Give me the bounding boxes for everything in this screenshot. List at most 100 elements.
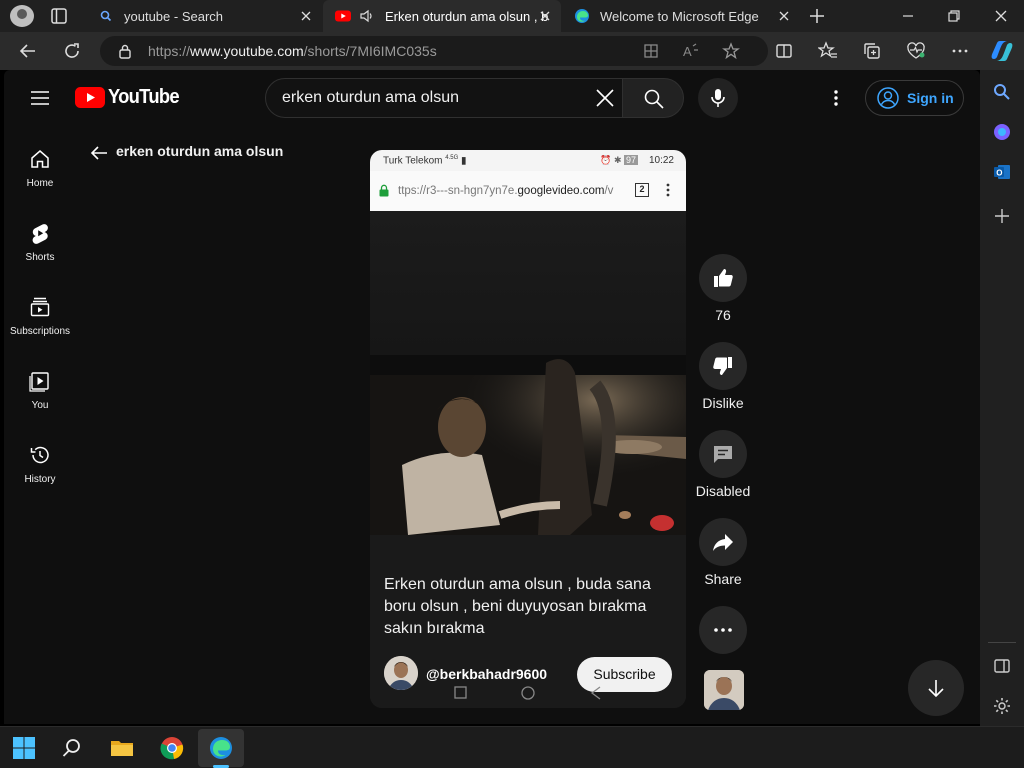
file-explorer-icon[interactable]	[110, 736, 134, 760]
like-count: 76	[715, 307, 731, 323]
browser-essentials-icon[interactable]	[906, 41, 926, 61]
guide-label: History	[24, 474, 56, 485]
phone-lock-icon	[379, 184, 389, 197]
phone-status-icons: ⏰ ✱ 97	[600, 155, 638, 165]
split-screen-icon[interactable]	[774, 41, 794, 61]
comments-button[interactable]	[699, 430, 747, 478]
more-actions-button[interactable]	[699, 606, 747, 654]
close-window-icon[interactable]	[991, 6, 1011, 26]
youtube-favicon-icon	[335, 10, 351, 22]
back-arrow-icon[interactable]	[88, 142, 110, 164]
sidebar-settings-icon[interactable]	[992, 696, 1012, 716]
url-text: https://www.youtube.com/shorts/7MI6IMC03…	[148, 43, 437, 59]
like-button[interactable]	[699, 254, 747, 302]
address-bar[interactable]: https://www.youtube.com/shorts/7MI6IMC03…	[100, 36, 768, 66]
guide-item-history[interactable]: History	[4, 444, 76, 504]
taskbar-search-icon[interactable]	[60, 736, 84, 760]
minimize-icon[interactable]	[898, 6, 918, 26]
channel-name[interactable]: @berkbahadr9600	[426, 666, 547, 682]
windows-start-icon[interactable]	[12, 736, 36, 760]
arrow-down-icon	[928, 680, 944, 698]
guide-item-shorts[interactable]: Shorts	[4, 222, 76, 282]
guide-menu-icon[interactable]	[30, 88, 50, 108]
sound-thumbnail[interactable]	[704, 670, 744, 710]
favorites-icon[interactable]	[818, 41, 838, 61]
svg-text:A: A	[683, 44, 692, 59]
guide-item-you[interactable]: You	[4, 370, 76, 430]
microphone-icon	[711, 89, 725, 107]
share-button[interactable]	[699, 518, 747, 566]
copilot-sidebar-icon[interactable]	[992, 122, 1012, 142]
dislike-button[interactable]	[699, 342, 747, 390]
phone-status-bar: Turk Telekom 4.5G ▮ ⏰ ✱ 97 10:22	[370, 150, 686, 171]
clear-search-icon[interactable]	[594, 87, 616, 109]
edge-favicon-icon	[575, 9, 589, 23]
guide-item-home[interactable]: Home	[4, 148, 76, 208]
youtube-logo-text: YouTube	[108, 86, 180, 108]
add-sidebar-app-icon[interactable]	[992, 206, 1012, 226]
share-icon	[713, 534, 733, 551]
close-tab-icon[interactable]	[776, 8, 792, 24]
phone-nav-keys	[454, 686, 601, 700]
collections-icon[interactable]	[862, 41, 882, 61]
favorite-star-icon[interactable]	[722, 42, 740, 60]
outlook-icon[interactable]: O	[992, 162, 1012, 182]
youtube-play-logo-icon	[75, 87, 105, 108]
tab-actions-icon[interactable]	[50, 7, 68, 25]
lock-icon[interactable]	[118, 43, 132, 59]
read-aloud-icon[interactable]: A	[682, 42, 700, 60]
tab-title: Erken oturdun ama olsun , b	[385, 8, 549, 24]
browser-toolbar: https://www.youtube.com/shorts/7MI6IMC03…	[0, 32, 1024, 70]
search-favicon-icon	[100, 10, 112, 22]
video-frame	[370, 355, 686, 535]
refresh-icon[interactable]	[62, 41, 82, 61]
youtube-logo[interactable]: YouTube	[75, 86, 185, 109]
guide-label: Subscriptions	[9, 326, 71, 337]
more-horizontal-icon	[714, 628, 732, 632]
app-available-icon[interactable]	[642, 42, 660, 60]
channel-avatar[interactable]	[384, 656, 418, 690]
profile-avatar[interactable]	[10, 5, 34, 27]
search-icon[interactable]	[992, 82, 1012, 102]
settings-menu-icon[interactable]	[826, 88, 846, 108]
new-tab-icon[interactable]	[808, 7, 826, 25]
tab-youtube-search[interactable]: youtube - Search	[86, 0, 322, 32]
close-tab-icon[interactable]	[537, 8, 553, 24]
copilot-icon[interactable]	[989, 39, 1015, 63]
chrome-icon[interactable]	[160, 736, 184, 760]
tab-title: youtube - Search	[124, 8, 224, 24]
account-icon	[877, 87, 899, 109]
browser-tab-bar: youtube - Search Erken oturdun ama olsun…	[0, 0, 1024, 32]
you-icon	[29, 372, 49, 392]
edge-taskbar-icon[interactable]	[209, 736, 233, 760]
voice-search-button[interactable]	[698, 78, 738, 118]
guide-label: You	[31, 400, 49, 411]
tab-title: Welcome to Microsoft Edge	[600, 8, 759, 24]
next-short-button[interactable]	[908, 660, 964, 716]
hide-sidebar-icon[interactable]	[992, 656, 1012, 676]
restore-icon[interactable]	[944, 6, 964, 26]
sidebar-divider	[988, 642, 1016, 643]
short-video-player[interactable]: Turk Telekom 4.5G ▮ ⏰ ✱ 97 10:22 ttps://…	[370, 150, 686, 708]
search-box[interactable]: erken oturdun ama olsun	[265, 78, 623, 118]
audio-playing-icon[interactable]	[359, 8, 375, 24]
guide-label: Shorts	[25, 252, 55, 263]
tab-welcome-edge[interactable]: Welcome to Microsoft Edge	[562, 0, 800, 32]
tab-youtube-short[interactable]: Erken oturdun ama olsun , b	[323, 0, 561, 32]
history-icon	[30, 446, 49, 464]
phone-url-bar: ttps://r3---sn-hgn7yn7e.googlevideo.com/…	[370, 171, 686, 211]
short-caption: Erken oturdun ama olsun , buda sana boru…	[384, 576, 651, 637]
sign-in-button[interactable]: Sign in	[865, 80, 964, 116]
back-icon[interactable]	[18, 41, 38, 61]
phone-carrier: Turk Telekom 4.5G ▮	[383, 155, 467, 167]
search-icon	[644, 89, 664, 109]
search-input[interactable]: erken oturdun ama olsun	[282, 89, 459, 107]
more-options-icon[interactable]	[950, 41, 970, 61]
phone-tab-count: 2	[635, 183, 649, 197]
windows-taskbar	[0, 726, 1024, 768]
edge-sidebar: O	[980, 70, 1024, 726]
guide-item-subscriptions[interactable]: Subscriptions	[4, 296, 76, 356]
close-tab-icon[interactable]	[298, 8, 314, 24]
sound-thumbnail-image	[704, 670, 744, 710]
search-button[interactable]	[622, 78, 684, 118]
